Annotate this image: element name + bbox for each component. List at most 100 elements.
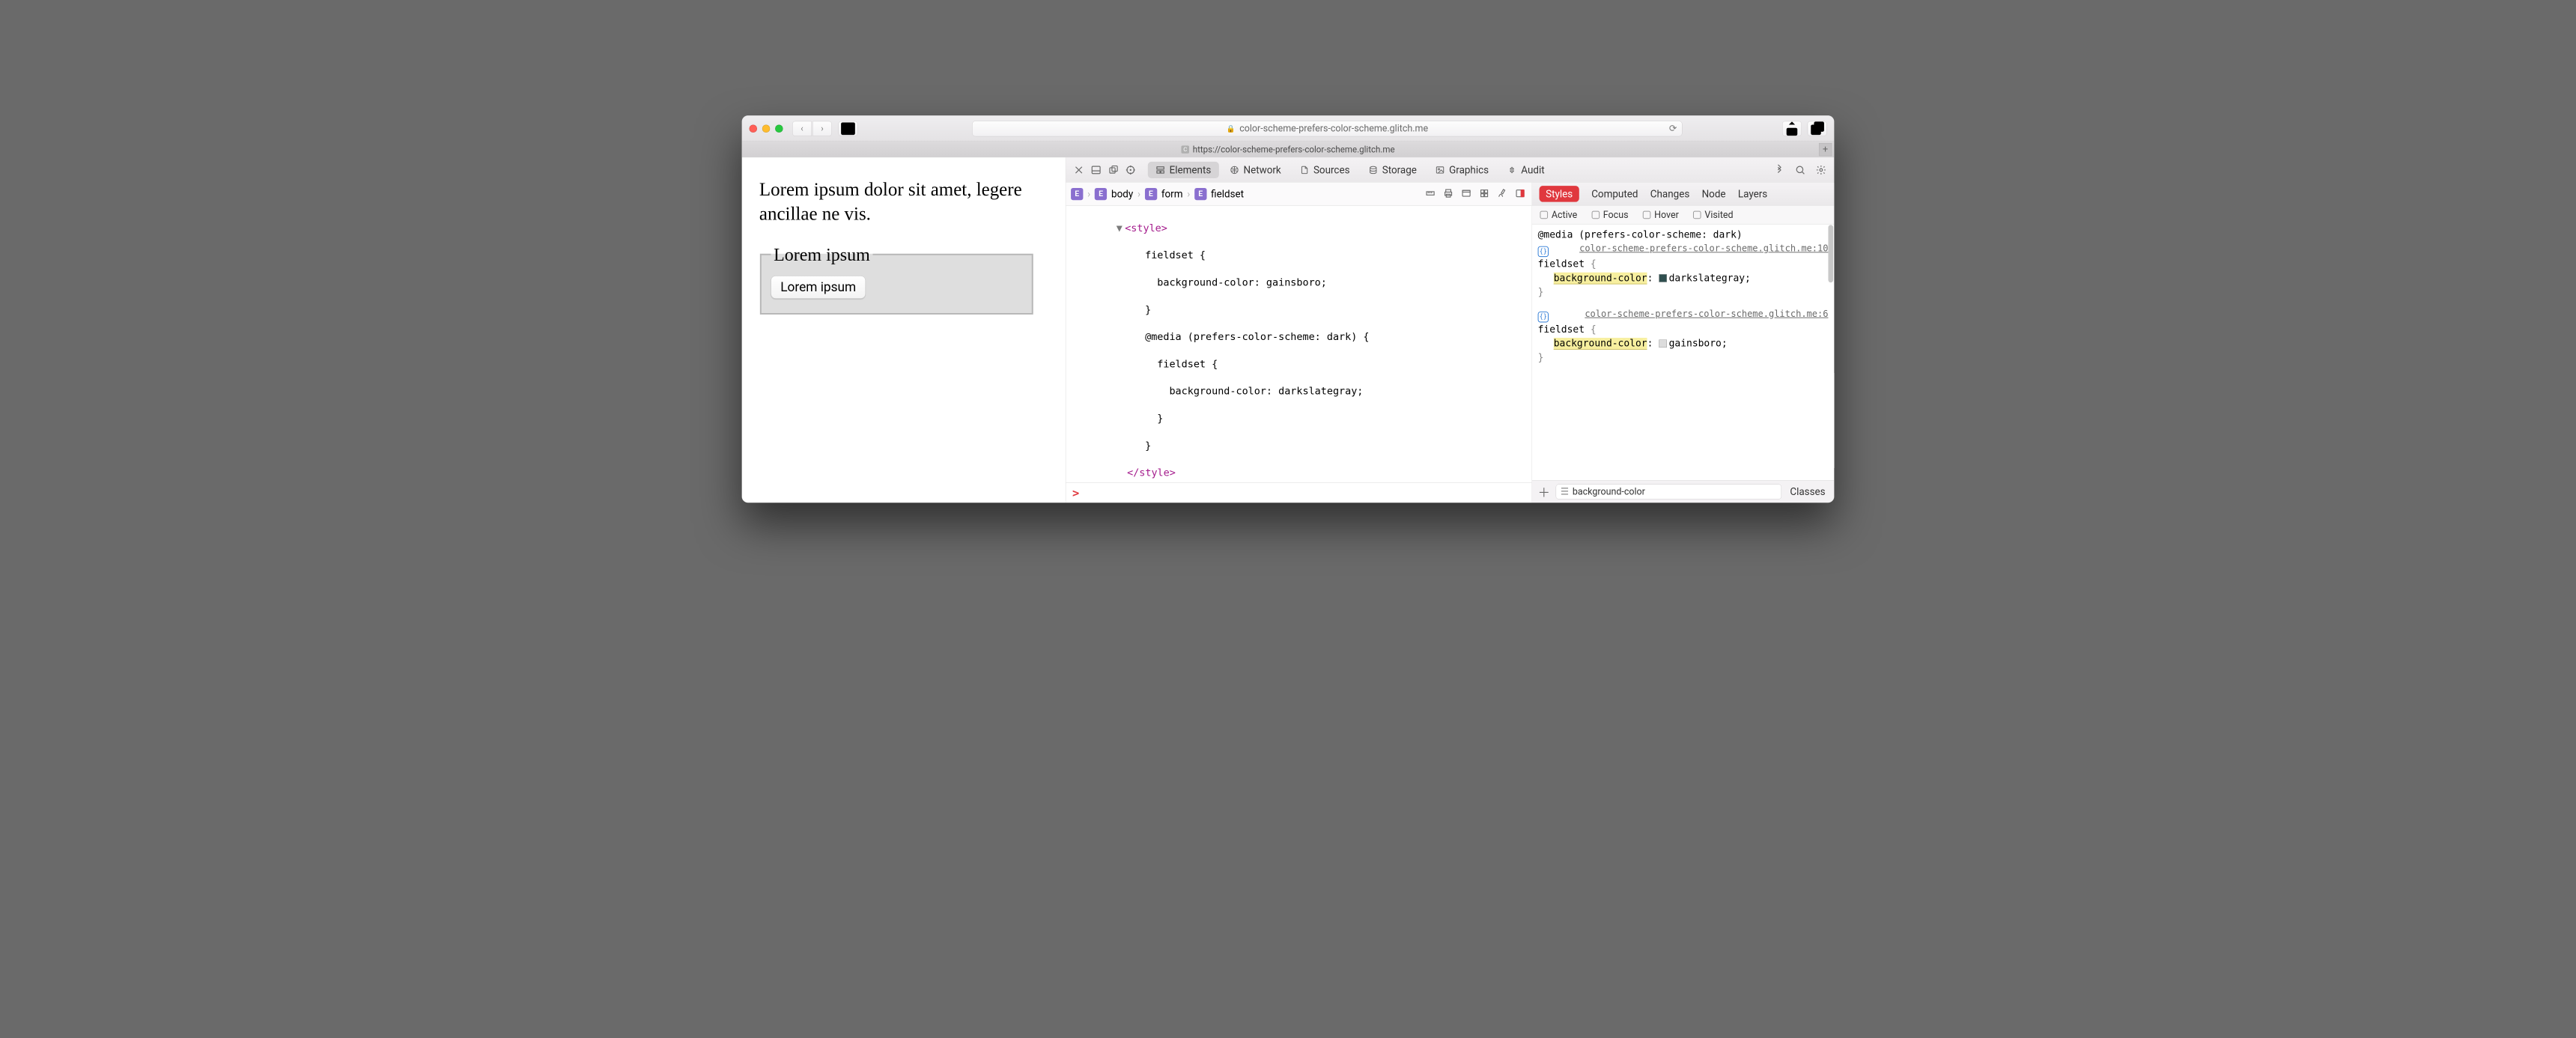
tab-elements[interactable]: Elements — [1148, 162, 1219, 178]
color-swatch-icon[interactable] — [1659, 339, 1667, 347]
minimize-window-button[interactable] — [762, 124, 771, 133]
dom-css-line[interactable]: background-color: gainsboro; — [1145, 276, 1327, 288]
property-value[interactable]: gainsboro — [1669, 338, 1722, 349]
new-rule-button[interactable]: ＋ — [1537, 485, 1551, 498]
page-legend-text: Lorem ipsum — [774, 244, 870, 264]
inspector-body: E › E body › E form › E fieldset — [1066, 183, 1834, 503]
color-swatch-icon[interactable] — [1659, 274, 1667, 282]
new-tab-button[interactable]: + — [1819, 143, 1832, 156]
crumb-body[interactable]: body — [1111, 188, 1133, 200]
tab-audit[interactable]: Audit — [1499, 162, 1552, 178]
dom-css-line[interactable]: } — [1145, 440, 1151, 452]
rule-selector[interactable]: fieldset — [1538, 258, 1585, 270]
dock-bottom-button[interactable] — [1089, 163, 1103, 177]
pseudo-active[interactable]: Active — [1540, 210, 1577, 220]
sidebar-toggle-button[interactable] — [839, 121, 858, 136]
classes-toggle-button[interactable]: Classes — [1787, 485, 1829, 497]
address-bar-host: color-scheme-prefers-color-scheme.glitch… — [1239, 123, 1428, 133]
styles-tab-node[interactable]: Node — [1702, 188, 1726, 200]
rendered-page: Lorem ipsum dolor sit amet, legere ancil… — [742, 157, 1066, 503]
tab-graphics[interactable]: Graphics — [1427, 162, 1496, 178]
tab-strip: C https://color-scheme-prefers-color-sch… — [742, 142, 1834, 157]
back-button[interactable]: ‹ — [792, 121, 812, 136]
styles-tab-styles[interactable]: Styles — [1540, 186, 1579, 202]
checkbox-icon — [1643, 210, 1651, 219]
back-forward-group: ‹ › — [792, 121, 832, 136]
property-name[interactable]: background-color — [1554, 273, 1647, 285]
tab-storage[interactable]: Storage — [1361, 162, 1425, 178]
crumb-fieldset[interactable]: fieldset — [1211, 188, 1244, 200]
console-prompt[interactable]: > — [1066, 482, 1531, 503]
overflow-tabs-button[interactable] — [1772, 163, 1787, 177]
search-inspector-button[interactable] — [1793, 163, 1807, 177]
tab-title[interactable]: https://color-scheme-prefers-color-schem… — [1193, 145, 1395, 154]
share-button[interactable] — [1782, 121, 1802, 136]
scrollbar[interactable] — [1828, 225, 1833, 282]
reload-button[interactable]: ⟳ — [1669, 123, 1677, 133]
styles-tab-changes[interactable]: Changes — [1650, 188, 1690, 200]
rule-selector[interactable]: fieldset — [1538, 324, 1585, 335]
tab-storage-label: Storage — [1382, 164, 1417, 176]
web-inspector: Elements Network Sources Storage Graphic… — [1066, 157, 1834, 503]
details-sidebar-toggle[interactable] — [1515, 188, 1526, 199]
crumb-root-icon[interactable]: E — [1071, 188, 1083, 200]
page-fieldset: Lorem ipsum Lorem ipsum — [760, 244, 1033, 315]
property-value[interactable]: darkslategray — [1669, 273, 1745, 284]
lock-icon: 🔒 — [1227, 124, 1236, 133]
compositing-icon[interactable] — [1479, 188, 1490, 199]
paint-flashing-icon[interactable] — [1497, 188, 1508, 199]
tab-sources[interactable]: Sources — [1292, 162, 1358, 178]
declaration[interactable]: background-color: gainsboro; — [1538, 336, 1829, 350]
dom-css-line[interactable]: background-color: darkslategray; — [1145, 385, 1363, 397]
dom-css-line[interactable]: } — [1145, 303, 1151, 315]
rule-origin-icon[interactable]: {} — [1538, 312, 1549, 322]
element-picker-button[interactable] — [1123, 163, 1137, 177]
crumb-body-icon: E — [1095, 188, 1107, 200]
styles-tabstrip: Styles Computed Changes Node Layers — [1532, 183, 1834, 206]
dom-css-line[interactable]: } — [1145, 412, 1163, 424]
pseudo-focus[interactable]: Focus — [1591, 210, 1628, 220]
force-appearance-icon[interactable] — [1461, 188, 1472, 199]
close-window-button[interactable] — [749, 124, 757, 133]
crumb-form[interactable]: form — [1161, 188, 1183, 200]
pseudo-visited[interactable]: Visited — [1693, 210, 1734, 220]
rule-source-link[interactable]: color-scheme-prefers-color-scheme.glitch… — [1585, 307, 1828, 320]
dom-style-close[interactable]: </style> — [1127, 467, 1176, 479]
styles-tab-layers[interactable]: Layers — [1738, 188, 1767, 200]
dom-css-line[interactable]: @media (prefers-color-scheme: dark) { — [1145, 331, 1369, 343]
rule-source-link[interactable]: color-scheme-prefers-color-scheme.glitch… — [1579, 242, 1828, 255]
pseudo-hover[interactable]: Hover — [1643, 210, 1679, 220]
styles-sidebar: Styles Computed Changes Node Layers Acti… — [1532, 183, 1834, 503]
elements-panel: E › E body › E form › E fieldset — [1066, 183, 1532, 503]
address-bar[interactable]: 🔒 color-scheme-prefers-color-scheme.glit… — [972, 121, 1682, 136]
page-paragraph: Lorem ipsum dolor sit amet, legere ancil… — [759, 177, 1055, 226]
style-rules[interactable]: @media (prefers-color-scheme: dark) {} c… — [1532, 224, 1834, 480]
pseudo-class-toggles: Active Focus Hover Visited — [1532, 205, 1834, 224]
tabs-overview-button[interactable] — [1808, 121, 1827, 136]
dom-css-line[interactable]: fieldset { — [1145, 358, 1218, 370]
traffic-lights — [749, 124, 783, 133]
styles-tab-computed[interactable]: Computed — [1591, 188, 1638, 200]
crumb-fieldset-icon: E — [1194, 188, 1206, 200]
dom-tree[interactable]: ▼<style> fieldset { background-color: ga… — [1066, 205, 1531, 482]
checkbox-icon — [1693, 210, 1701, 219]
dom-style-open[interactable]: <style> — [1125, 222, 1167, 234]
forward-button[interactable]: › — [812, 121, 832, 136]
style-rule[interactable]: @media (prefers-color-scheme: dark) {} c… — [1538, 228, 1829, 299]
content-split: Lorem ipsum dolor sit amet, legere ancil… — [742, 157, 1834, 503]
declaration[interactable]: background-color: darkslategray; — [1538, 271, 1829, 285]
dom-css-line[interactable]: fieldset { — [1145, 249, 1206, 261]
crumb-form-icon: E — [1145, 188, 1157, 200]
tab-network[interactable]: Network — [1222, 162, 1289, 178]
style-rule[interactable]: {} color-scheme-prefers-color-scheme.gli… — [1538, 307, 1829, 365]
inspector-settings-button[interactable] — [1814, 163, 1828, 177]
page-button[interactable]: Lorem ipsum — [771, 276, 866, 299]
print-styles-icon[interactable] — [1443, 188, 1454, 199]
zoom-window-button[interactable] — [775, 124, 783, 133]
ruler-icon[interactable] — [1425, 188, 1436, 199]
styles-filter-input[interactable]: ☰ background-color — [1556, 484, 1781, 499]
property-name[interactable]: background-color — [1554, 338, 1647, 350]
rule-origin-icon[interactable]: {} — [1538, 246, 1549, 257]
close-inspector-button[interactable] — [1072, 163, 1086, 177]
dock-detach-button[interactable] — [1106, 163, 1120, 177]
